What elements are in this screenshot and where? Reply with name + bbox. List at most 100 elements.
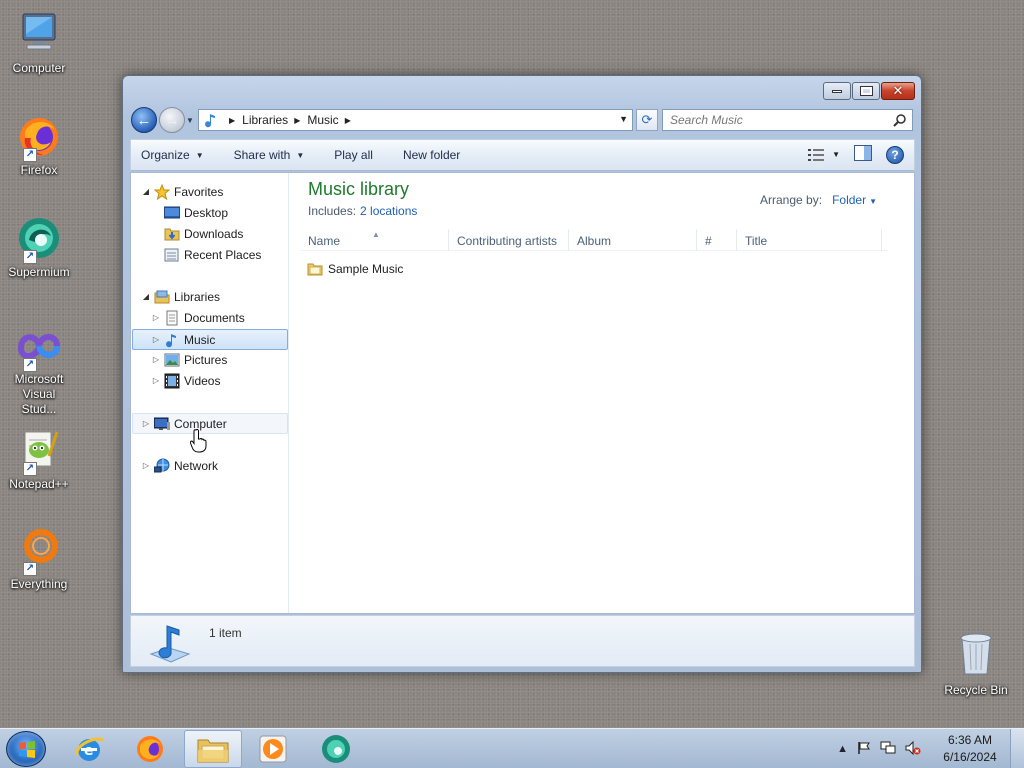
help-icon[interactable]: ? (886, 145, 904, 164)
nav-item-recent-places[interactable]: Recent Places (161, 244, 261, 265)
start-button[interactable] (6, 731, 46, 767)
chevron-down-icon: ▼ (296, 150, 305, 160)
nav-item-downloads[interactable]: Downloads (161, 223, 243, 244)
clock[interactable]: 6:36 AM 6/16/2024 (930, 732, 1010, 766)
nav-item-network[interactable]: ▷ Network (141, 455, 218, 476)
taskbar-supermium[interactable] (307, 730, 365, 768)
explorer-folder-icon (197, 739, 229, 763)
nav-item-libraries[interactable]: ◢ Libraries (141, 286, 220, 307)
navigation-pane[interactable]: ◢ Favorites Desktop Downloads Recent Pla… (131, 173, 289, 613)
desktop-icon-firefox[interactable]: ↗ Firefox (4, 112, 74, 178)
breadcrumb-separator[interactable]: ▶ (294, 116, 300, 125)
desktop-icon-recycle-bin[interactable]: Recycle Bin (940, 628, 1012, 697)
libraries-icon (154, 289, 170, 305)
desktop-icon-computer[interactable]: Computer (4, 10, 74, 76)
desktop-icon-supermium[interactable]: ↗ Supermium (4, 214, 74, 280)
minimize-button[interactable] (823, 82, 851, 100)
column-header-track-number[interactable]: # (697, 229, 737, 251)
view-controls: ▼ ? (808, 145, 904, 164)
recent-pages-dropdown[interactable]: ▼ (186, 116, 196, 125)
desktop-icon-label: Notepad++ (9, 477, 69, 491)
file-list-pane[interactable]: Music library Includes: 2 locations Arran… (290, 173, 914, 613)
breadcrumb-music[interactable]: Music (307, 110, 338, 130)
windows-logo-icon (19, 741, 35, 758)
recent-places-icon (164, 247, 180, 263)
desktop-icon-visual-studio[interactable]: ↗ Microsoft Visual Stud... (4, 328, 74, 417)
play-all-button[interactable]: Play all (334, 148, 373, 162)
breadcrumb-libraries[interactable]: Libraries (242, 110, 288, 130)
nav-item-computer[interactable]: ▷ Computer (132, 413, 288, 434)
system-tray: ▲ 6:36 AM 6/16/2024 (837, 729, 1024, 768)
expand-arrow-icon[interactable]: ▷ (151, 376, 161, 385)
preview-pane-icon (854, 145, 872, 161)
shortcut-arrow-icon: ↗ (23, 358, 37, 372)
desktop-icon (163, 205, 181, 221)
nav-item-music[interactable]: ▷ Music (132, 329, 288, 350)
taskbar-firefox[interactable] (121, 730, 179, 768)
nav-item-pictures[interactable]: ▷ Pictures (151, 349, 227, 370)
file-row[interactable]: Sample Music (307, 258, 403, 280)
show-desktop-button[interactable] (1010, 729, 1024, 768)
back-button[interactable]: ← (131, 107, 157, 133)
pictures-icon (164, 352, 180, 368)
expand-arrow-icon[interactable]: ▷ (151, 313, 161, 322)
show-hidden-icons-button[interactable]: ▲ (837, 743, 848, 755)
action-center-flag-icon[interactable] (857, 741, 871, 758)
arrange-by-dropdown[interactable]: Folder (832, 193, 866, 207)
shortcut-arrow-icon: ↗ (23, 462, 37, 476)
change-view-button[interactable]: ▼ (808, 148, 840, 161)
search-icon[interactable] (893, 113, 907, 127)
breadcrumb-separator[interactable]: ▶ (229, 116, 235, 125)
expand-arrow-icon[interactable]: ▷ (151, 355, 161, 364)
address-bar[interactable]: ▶ Libraries ▶ Music ▶ ▼ (198, 109, 633, 131)
expand-arrow-icon[interactable]: ▷ (141, 419, 151, 428)
expand-arrow-icon[interactable]: ▷ (151, 335, 161, 344)
item-count: 1 item (209, 626, 242, 640)
forward-button[interactable]: → (159, 107, 185, 133)
play-all-label: Play all (334, 148, 373, 162)
nav-item-desktop[interactable]: Desktop (161, 202, 228, 223)
new-folder-label: New folder (402, 148, 461, 162)
taskbar-media-player[interactable] (244, 730, 302, 768)
search-box[interactable] (662, 109, 913, 131)
content-area: ◢ Favorites Desktop Downloads Recent Pla… (130, 172, 915, 614)
refresh-button[interactable]: ⟳ (636, 109, 658, 131)
shortcut-arrow-icon: ↗ (23, 148, 37, 162)
nav-item-favorites[interactable]: ◢ Favorites (141, 181, 223, 202)
address-dropdown-icon[interactable]: ▼ (619, 114, 628, 124)
desktop-icon-label: Supermium (8, 265, 70, 279)
organize-menu[interactable]: Organize ▼ (141, 148, 204, 162)
share-with-label: Share with (233, 148, 291, 162)
new-folder-button[interactable]: New folder (403, 148, 460, 162)
taskbar-windows-explorer[interactable] (184, 730, 242, 768)
minimize-icon (832, 89, 842, 93)
chevron-down-icon[interactable]: ▼ (869, 197, 877, 206)
expand-arrow-icon[interactable]: ▷ (141, 461, 151, 470)
locations-link[interactable]: 2 locations (360, 204, 417, 218)
nav-item-videos[interactable]: ▷ Videos (151, 370, 220, 391)
desktop-icon-notepadpp[interactable]: ↗ Notepad++ (4, 426, 74, 492)
desktop-icon-everything[interactable]: ↗ Everything (4, 526, 74, 592)
network-tray-icon[interactable] (880, 741, 896, 758)
column-label: Title (745, 234, 768, 248)
clock-time: 6:36 AM (947, 733, 993, 747)
column-header-album[interactable]: Album (569, 229, 697, 251)
share-with-menu[interactable]: Share with ▼ (234, 148, 305, 162)
nav-item-documents[interactable]: ▷ Documents (151, 307, 245, 328)
nav-label: Desktop (184, 205, 229, 220)
column-label: Contributing artists (457, 234, 558, 248)
breadcrumb-separator[interactable]: ▶ (345, 116, 351, 125)
maximize-button[interactable] (852, 82, 880, 100)
expand-arrow-icon[interactable]: ◢ (141, 187, 151, 196)
preview-pane-button[interactable] (854, 145, 872, 164)
close-button[interactable]: ✕ (881, 82, 915, 100)
nav-label: Recent Places (184, 247, 262, 262)
taskbar-internet-explorer[interactable]: e (60, 730, 118, 768)
column-header-contributing-artists[interactable]: Contributing artists (449, 229, 569, 251)
column-header-name[interactable]: ▲ Name (300, 229, 449, 251)
volume-muted-icon[interactable] (905, 740, 921, 758)
column-header-title[interactable]: Title (737, 229, 882, 251)
search-input[interactable] (670, 113, 870, 127)
expand-arrow-icon[interactable]: ◢ (141, 292, 151, 301)
arrow-left-icon: ← (136, 111, 152, 129)
